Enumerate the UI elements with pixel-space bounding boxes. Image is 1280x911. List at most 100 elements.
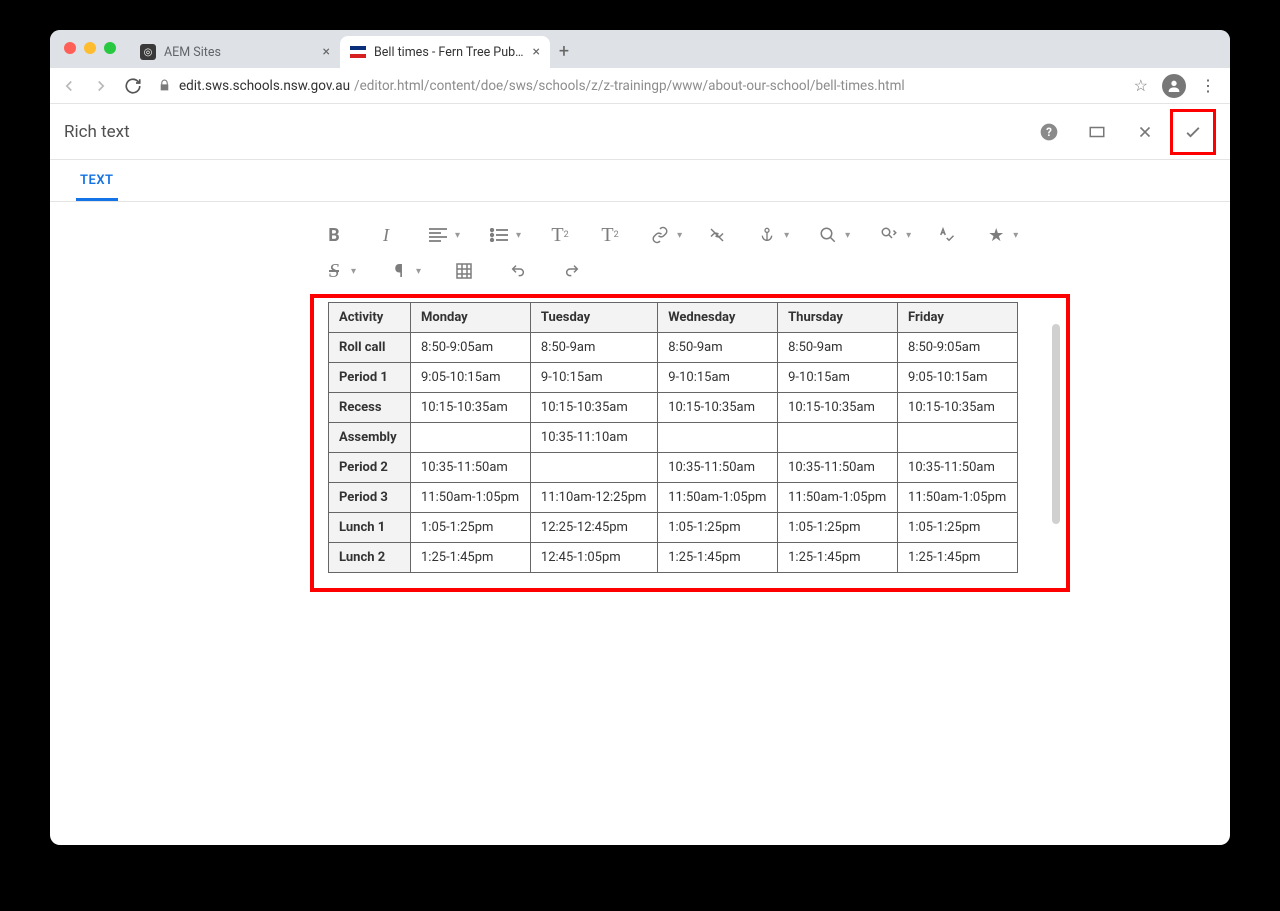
- menu-icon[interactable]: ⋮: [1200, 76, 1216, 95]
- table-header[interactable]: Activity: [329, 303, 411, 333]
- anchor-button[interactable]: [750, 218, 784, 252]
- table-cell[interactable]: 11:10am-12:25pm: [530, 483, 657, 513]
- table-cell[interactable]: 8:50-9:05am: [411, 333, 531, 363]
- profile-icon[interactable]: [1162, 74, 1186, 98]
- close-tab-icon[interactable]: ×: [323, 44, 330, 60]
- browser-tab-bell-times[interactable]: Bell times - Fern Tree Public Sc ×: [340, 36, 550, 68]
- list-button[interactable]: [482, 218, 516, 252]
- browser-tab-aem[interactable]: ◎ AEM Sites ×: [130, 36, 340, 68]
- special-char-button[interactable]: ★: [979, 218, 1013, 252]
- chevron-down-icon[interactable]: ▾: [677, 230, 682, 241]
- table-cell[interactable]: 1:25-1:45pm: [411, 543, 531, 573]
- table-cell[interactable]: 1:25-1:45pm: [778, 543, 898, 573]
- table-cell[interactable]: [778, 423, 898, 453]
- table-header[interactable]: Friday: [898, 303, 1018, 333]
- table-cell[interactable]: 11:50am-1:05pm: [658, 483, 778, 513]
- editor-content[interactable]: Activity Monday Tuesday Wednesday Thursd…: [328, 298, 1040, 588]
- row-activity[interactable]: Assembly: [329, 423, 411, 453]
- redo-button[interactable]: [555, 254, 589, 288]
- row-activity[interactable]: Recess: [329, 393, 411, 423]
- spellcheck-button[interactable]: [929, 218, 963, 252]
- chevron-down-icon[interactable]: ▾: [845, 230, 850, 241]
- help-icon[interactable]: ?: [1026, 109, 1072, 155]
- row-activity[interactable]: Roll call: [329, 333, 411, 363]
- bookmark-icon[interactable]: ☆: [1134, 76, 1148, 95]
- table-cell[interactable]: 10:15-10:35am: [898, 393, 1018, 423]
- table-cell[interactable]: 11:50am-1:05pm: [898, 483, 1018, 513]
- chevron-down-icon[interactable]: ▾: [351, 266, 356, 277]
- table-cell[interactable]: 10:35-11:10am: [530, 423, 657, 453]
- table-cell[interactable]: 12:25-12:45pm: [530, 513, 657, 543]
- table-header[interactable]: Wednesday: [658, 303, 778, 333]
- unlink-button[interactable]: [700, 218, 734, 252]
- paraformat-button[interactable]: ¶: [382, 254, 416, 288]
- table-cell[interactable]: [658, 423, 778, 453]
- tab-text[interactable]: TEXT: [76, 163, 118, 201]
- chevron-down-icon[interactable]: ▾: [1013, 230, 1018, 241]
- superscript-button[interactable]: T2: [593, 218, 627, 252]
- chevron-down-icon[interactable]: ▾: [784, 230, 789, 241]
- close-tab-icon[interactable]: ×: [533, 44, 540, 60]
- row-activity[interactable]: Period 1: [329, 363, 411, 393]
- find-replace-button[interactable]: [872, 218, 906, 252]
- table-cell[interactable]: 8:50-9am: [778, 333, 898, 363]
- table-cell[interactable]: 11:50am-1:05pm: [411, 483, 531, 513]
- subscript-button[interactable]: T2: [543, 218, 577, 252]
- schedule-table[interactable]: Activity Monday Tuesday Wednesday Thursd…: [328, 302, 1018, 573]
- table-cell[interactable]: 9:05-10:15am: [898, 363, 1018, 393]
- row-activity[interactable]: Period 2: [329, 453, 411, 483]
- table-cell[interactable]: 1:05-1:25pm: [778, 513, 898, 543]
- table-header[interactable]: Tuesday: [530, 303, 657, 333]
- chevron-down-icon[interactable]: ▾: [455, 230, 460, 241]
- strikethrough-button[interactable]: S: [317, 254, 351, 288]
- table-cell[interactable]: 1:05-1:25pm: [898, 513, 1018, 543]
- table-cell[interactable]: 10:35-11:50am: [898, 453, 1018, 483]
- table-cell[interactable]: [898, 423, 1018, 453]
- done-button[interactable]: [1170, 109, 1216, 155]
- reload-icon[interactable]: [122, 75, 144, 97]
- back-icon[interactable]: [58, 75, 80, 97]
- table-cell[interactable]: 10:15-10:35am: [658, 393, 778, 423]
- table-cell[interactable]: 10:35-11:50am: [411, 453, 531, 483]
- new-tab-button[interactable]: +: [550, 41, 578, 68]
- table-cell[interactable]: 10:15-10:35am: [778, 393, 898, 423]
- italic-button[interactable]: I: [369, 218, 403, 252]
- table-header[interactable]: Thursday: [778, 303, 898, 333]
- maximize-window-icon[interactable]: [104, 42, 116, 54]
- row-activity[interactable]: Lunch 2: [329, 543, 411, 573]
- align-button[interactable]: [421, 218, 455, 252]
- forward-icon[interactable]: [90, 75, 112, 97]
- table-cell[interactable]: 9-10:15am: [530, 363, 657, 393]
- table-cell[interactable]: 8:50-9am: [530, 333, 657, 363]
- table-button[interactable]: [447, 254, 481, 288]
- row-activity[interactable]: Period 3: [329, 483, 411, 513]
- close-window-icon[interactable]: [64, 42, 76, 54]
- table-cell[interactable]: 10:35-11:50am: [778, 453, 898, 483]
- table-cell[interactable]: 1:05-1:25pm: [411, 513, 531, 543]
- row-activity[interactable]: Lunch 1: [329, 513, 411, 543]
- minimize-window-icon[interactable]: [84, 42, 96, 54]
- table-cell[interactable]: 10:15-10:35am: [411, 393, 531, 423]
- table-cell[interactable]: 12:45-1:05pm: [530, 543, 657, 573]
- table-cell[interactable]: 11:50am-1:05pm: [778, 483, 898, 513]
- chevron-down-icon[interactable]: ▾: [516, 230, 521, 241]
- table-cell[interactable]: 9-10:15am: [778, 363, 898, 393]
- find-button[interactable]: [811, 218, 845, 252]
- chevron-down-icon[interactable]: ▾: [906, 230, 911, 241]
- bold-button[interactable]: B: [317, 218, 351, 252]
- table-cell[interactable]: 10:15-10:35am: [530, 393, 657, 423]
- chevron-down-icon[interactable]: ▾: [416, 266, 421, 277]
- link-button[interactable]: [643, 218, 677, 252]
- table-cell[interactable]: [530, 453, 657, 483]
- table-header[interactable]: Monday: [411, 303, 531, 333]
- table-cell[interactable]: [411, 423, 531, 453]
- fullscreen-icon[interactable]: [1074, 109, 1120, 155]
- url-field[interactable]: edit.sws.schools.nsw.gov.au/editor.html/…: [154, 78, 1124, 94]
- table-cell[interactable]: 9-10:15am: [658, 363, 778, 393]
- cancel-icon[interactable]: [1122, 109, 1168, 155]
- table-cell[interactable]: 9:05-10:15am: [411, 363, 531, 393]
- table-cell[interactable]: 8:50-9:05am: [898, 333, 1018, 363]
- undo-button[interactable]: [501, 254, 535, 288]
- table-cell[interactable]: 1:05-1:25pm: [658, 513, 778, 543]
- table-cell[interactable]: 8:50-9am: [658, 333, 778, 363]
